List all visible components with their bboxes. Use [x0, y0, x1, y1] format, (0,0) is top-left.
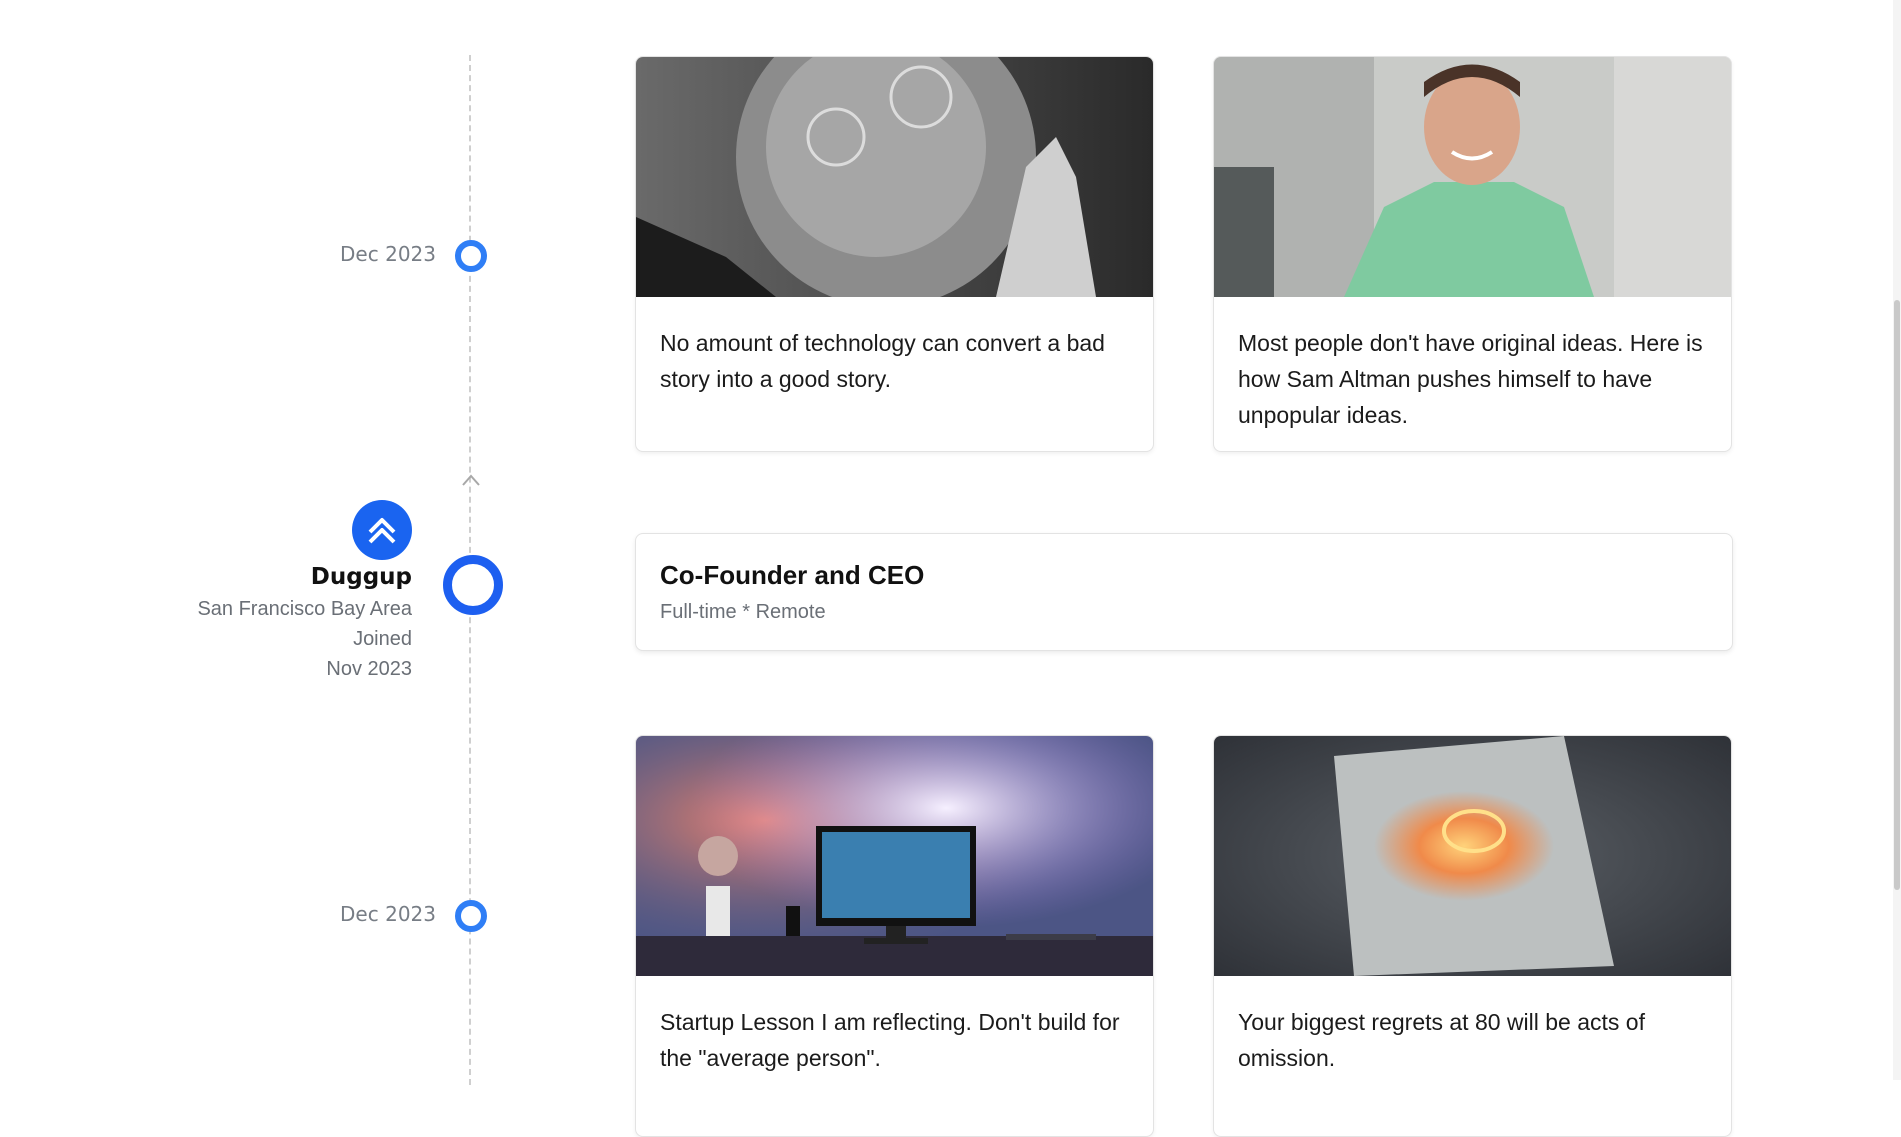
company-info: Duggup San Francisco Bay Area Joined Nov…: [197, 564, 412, 684]
company-timeline-node: [443, 555, 503, 615]
duggup-logo-icon: [368, 518, 396, 544]
timeline-date: Dec 2023: [340, 242, 436, 266]
post-card[interactable]: Most people don't have original ideas. H…: [1213, 56, 1732, 452]
timeline-date: Dec 2023: [340, 902, 436, 926]
post-image: [636, 57, 1153, 297]
company-name[interactable]: Duggup: [197, 564, 412, 590]
scrollbar-thumb[interactable]: [1894, 300, 1900, 890]
post-text: No amount of technology can convert a ba…: [660, 330, 1105, 392]
timeline-node: [455, 900, 487, 932]
post-card[interactable]: Startup Lesson I am reflecting. Don't bu…: [635, 735, 1154, 1137]
company-location: San Francisco Bay Area: [197, 598, 412, 620]
post-text: Most people don't have original ideas. H…: [1238, 330, 1703, 428]
role-subtitle: Full-time * Remote: [660, 601, 826, 623]
post-card[interactable]: Your biggest regrets at 80 will be acts …: [1213, 735, 1732, 1137]
company-logo[interactable]: [352, 500, 412, 560]
post-text: Startup Lesson I am reflecting. Don't bu…: [660, 1009, 1120, 1071]
post-image: [1214, 57, 1731, 297]
post-card[interactable]: No amount of technology can convert a ba…: [635, 56, 1154, 452]
post-image: [1214, 736, 1731, 976]
chevron-up-icon[interactable]: [462, 474, 480, 486]
post-text: Your biggest regrets at 80 will be acts …: [1238, 1009, 1645, 1071]
timeline-node: [455, 240, 487, 272]
post-image: [636, 736, 1153, 976]
role-title: Co-Founder and CEO: [660, 560, 925, 590]
company-joined-date: Nov 2023: [326, 658, 412, 680]
role-card[interactable]: Co-Founder and CEO Full-time * Remote: [635, 533, 1733, 651]
company-joined-label: Joined: [353, 628, 412, 650]
